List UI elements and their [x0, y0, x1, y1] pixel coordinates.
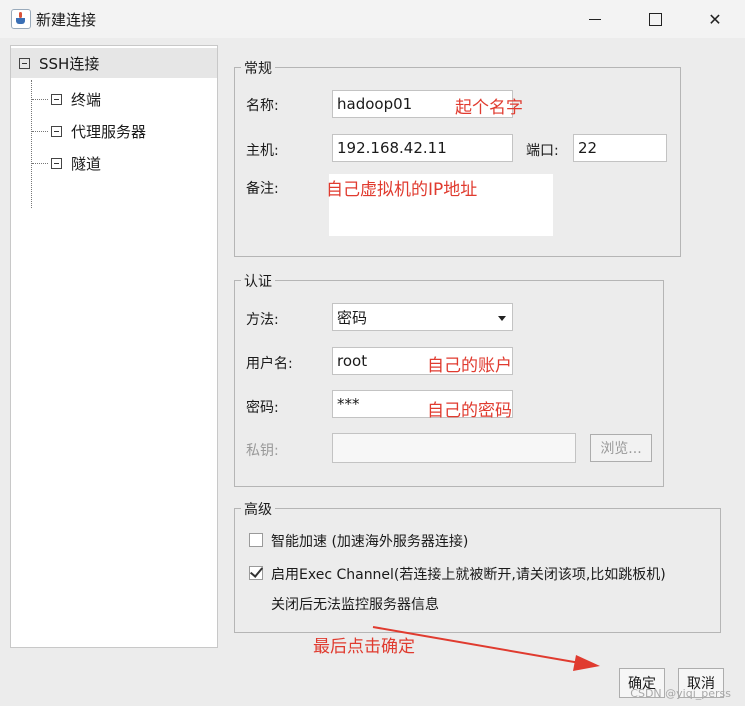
watermark: CSDN @yiqi_perss [630, 687, 731, 700]
arrow-line [372, 626, 581, 664]
pointer-arrow [372, 626, 600, 671]
arrow-head-icon [573, 655, 600, 671]
